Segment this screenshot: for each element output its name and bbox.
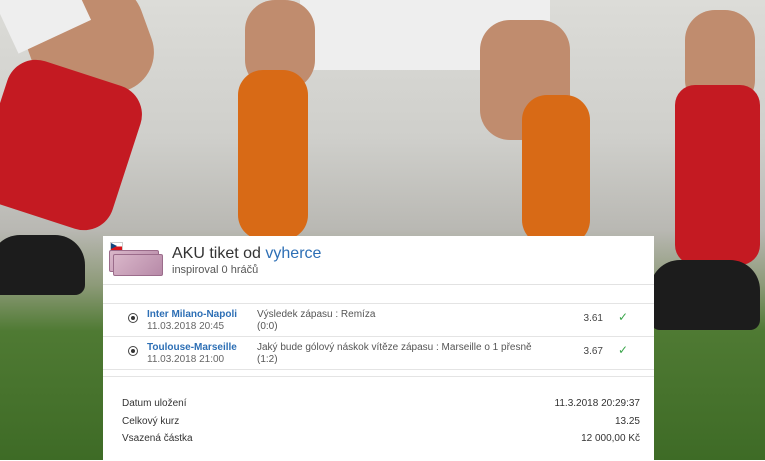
football-icon xyxy=(128,313,138,323)
match-score: (0:0) xyxy=(257,321,278,332)
bet-odds: 3.67 xyxy=(583,346,603,357)
player-boot xyxy=(650,260,760,330)
player-sock xyxy=(675,85,760,265)
ticket-card: AKU tiket od vyherce inspiroval 0 hráčů … xyxy=(103,236,654,460)
stake-row: Vsazená částka 12 000,00 Kč xyxy=(122,433,640,449)
player-sock xyxy=(522,95,590,245)
match-datetime: 11.03.2018 21:00 xyxy=(147,354,225,365)
saved-date-label: Datum uložení xyxy=(122,398,187,409)
match-link[interactable]: Inter Milano-Napoli xyxy=(147,309,237,320)
player-boot xyxy=(0,235,85,295)
bet-description: Jaký bude gólový náskok vítěze zápasu : … xyxy=(257,342,532,353)
saved-date-row: Datum uložení 11.3.2018 20:29:37 xyxy=(122,398,640,414)
money-icon xyxy=(109,246,163,276)
stake-label: Vsazená částka xyxy=(122,433,193,444)
bet-list: Inter Milano-Napoli 11.03.2018 20:45 Výs… xyxy=(103,303,654,370)
check-icon: ✓ xyxy=(618,310,629,324)
match-score: (1:2) xyxy=(257,354,278,365)
match-datetime: 11.03.2018 20:45 xyxy=(147,321,225,332)
total-odds-value: 13.25 xyxy=(614,416,640,427)
match-link[interactable]: Toulouse-Marseille xyxy=(147,342,237,353)
player-sock xyxy=(238,70,308,240)
inspired-count: inspiroval 0 hráčů xyxy=(172,264,259,276)
total-odds-row: Celkový kurz 13.25 xyxy=(122,416,640,432)
football-icon xyxy=(128,346,138,356)
ticket-summary: Datum uložení 11.3.2018 20:29:37 Celkový… xyxy=(103,376,654,461)
bet-row: Inter Milano-Napoli 11.03.2018 20:45 Výs… xyxy=(103,303,654,337)
ticket-header: AKU tiket od vyherce inspiroval 0 hráčů xyxy=(103,236,654,285)
check-icon: ✓ xyxy=(618,343,629,357)
ticket-title-prefix: AKU tiket od xyxy=(172,245,261,262)
author-link[interactable]: vyherce xyxy=(265,245,321,262)
total-odds-label: Celkový kurz xyxy=(122,416,180,427)
ticket-title: AKU tiket od vyherce xyxy=(172,245,321,263)
saved-date-value: 11.3.2018 20:29:37 xyxy=(554,398,640,409)
bet-odds: 3.61 xyxy=(583,313,603,324)
bet-row: Toulouse-Marseille 11.03.2018 21:00 Jaký… xyxy=(103,337,654,370)
stake-value: 12 000,00 Kč xyxy=(581,433,640,444)
bet-description: Výsledek zápasu : Remíza xyxy=(257,309,376,320)
